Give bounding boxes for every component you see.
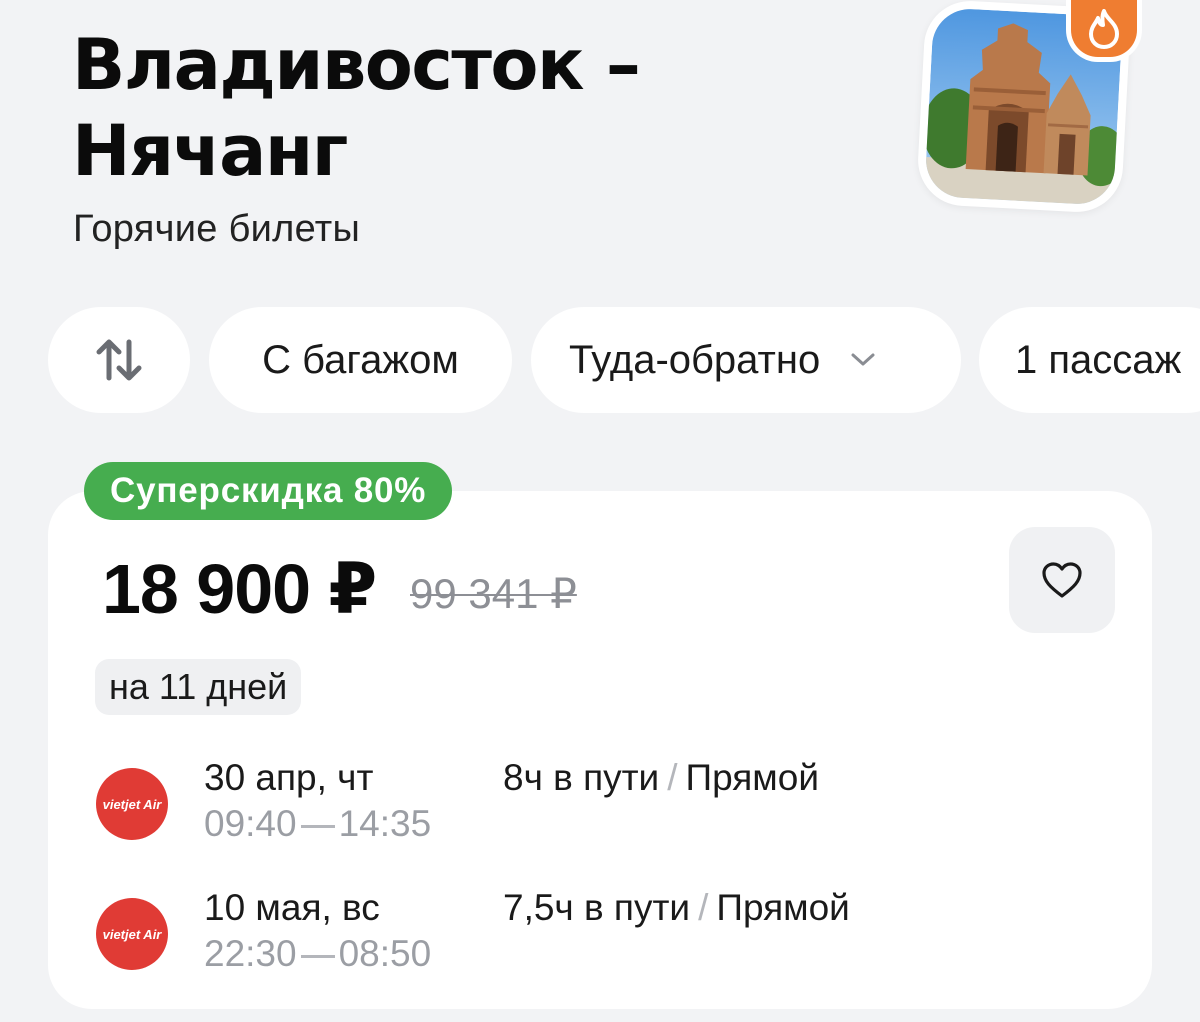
filter-chips: С багажом Туда-обратно 1 пассаж	[0, 307, 1200, 413]
route-title: Владивосток – Нячанг	[72, 22, 832, 194]
leg-times: 09:40 14:35	[204, 802, 431, 846]
info-separator: /	[698, 887, 709, 928]
trip-type-dropdown[interactable]: Туда-обратно	[531, 307, 961, 413]
swap-direction-button[interactable]	[48, 307, 190, 413]
arrive-time: 08:50	[338, 933, 432, 974]
passengers-chip[interactable]: 1 пассаж	[979, 307, 1200, 413]
flight-leg-return[interactable]: vietjet Air 10 мая, вс 22:30 08:50 7,5ч в…	[0, 886, 1200, 976]
info-separator: /	[667, 757, 678, 798]
route-title-line2: Нячанг	[72, 110, 348, 192]
current-price: 18 900 ₽	[102, 550, 377, 628]
heart-icon	[1042, 562, 1082, 598]
favorite-button[interactable]	[1009, 527, 1115, 633]
leg-info: 7,5ч в пути / Прямой	[503, 886, 850, 930]
screen: Владивосток – Нячанг Горячие билеты С ба…	[0, 0, 1200, 1022]
baggage-filter-chip[interactable]: С багажом	[209, 307, 512, 413]
time-dash	[300, 824, 335, 828]
airline-logo: vietjet Air	[96, 768, 168, 840]
chevron-down-icon	[850, 352, 876, 368]
old-price: 99 341 ₽	[410, 570, 577, 617]
baggage-filter-label: С багажом	[262, 337, 459, 382]
trip-duration-tag: на 11 дней	[95, 659, 302, 715]
airline-logo-text: vietjet Air	[103, 797, 163, 812]
depart-time: 09:40	[204, 803, 297, 844]
leg-info: 8ч в пути / Прямой	[503, 756, 819, 800]
passengers-label: 1 пассаж	[1015, 337, 1182, 382]
depart-time: 22:30	[204, 933, 297, 974]
swap-vertical-arrows-icon	[96, 339, 142, 381]
route-title-line1: Владивосток –	[72, 24, 641, 106]
travel-time: 8ч в пути	[503, 757, 660, 798]
leg-date: 30 апр, чт	[204, 757, 374, 798]
fire-icon	[1089, 8, 1119, 49]
airline-logo: vietjet Air	[96, 898, 168, 970]
discount-badge: Суперскидка 80%	[84, 462, 453, 520]
page-subtitle: Горячие билеты	[73, 208, 361, 250]
airline-logo-text: vietjet Air	[103, 927, 163, 942]
leg-date: 10 мая, вс	[204, 887, 380, 928]
flight-leg-outbound[interactable]: vietjet Air 30 апр, чт 09:40 14:35 8ч в п…	[0, 756, 1200, 846]
stops-label: Прямой	[716, 887, 850, 928]
trip-type-label: Туда-обратно	[569, 337, 821, 382]
arrive-time: 14:35	[338, 803, 432, 844]
time-dash	[300, 954, 335, 958]
hot-offer-badge	[1066, 0, 1142, 62]
stops-label: Прямой	[685, 757, 819, 798]
leg-times: 22:30 08:50	[204, 932, 431, 976]
travel-time: 7,5ч в пути	[503, 887, 691, 928]
